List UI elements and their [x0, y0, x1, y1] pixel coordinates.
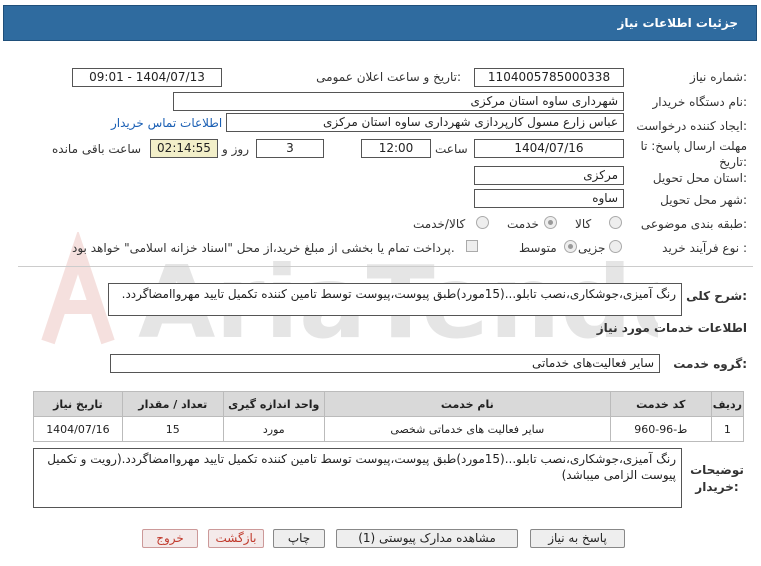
cell-service-name: سایر فعالیت های خدماتی شخصی: [323, 416, 611, 442]
deadline-label: مهلت ارسال پاسخ: تا تاریخ:: [640, 139, 747, 169]
process-radio-minor[interactable]: [609, 240, 622, 253]
exit-button[interactable]: خروج: [142, 529, 198, 548]
buyer-notes-textarea[interactable]: رنگ آمیزی،جوشکاری،نصب تابلو...(15مورد)طب…: [33, 448, 682, 508]
need-number-field[interactable]: 1104005785000338: [474, 68, 624, 87]
buyer-notes-label: توضیحات خریدار:: [690, 463, 744, 494]
col-unit: واحد اندازه گیری: [222, 391, 325, 417]
announce-label: تاریخ و ساعت اعلان عمومی:: [316, 70, 461, 84]
city-label: شهر محل تحویل:: [660, 193, 747, 207]
creator-field[interactable]: عباس زارع مسول کارپردازی شهرداری ساوه اس…: [226, 113, 624, 132]
buyer-org-label: نام دستگاه خریدار:: [652, 95, 748, 109]
deadline-time-label: ساعت: [435, 142, 468, 156]
contact-info-link[interactable]: اطلاعات تماس خریدار: [111, 116, 222, 130]
days-field[interactable]: 3: [256, 139, 324, 158]
col-need-date: تاریخ نیاز: [33, 391, 123, 417]
category-option-goods: کالا: [575, 217, 592, 231]
deadline-date-field[interactable]: 1404/07/16: [474, 139, 624, 158]
category-label: طبقه بندی موضوعی:: [640, 217, 747, 231]
process-radio-medium[interactable]: [564, 240, 577, 253]
buyer-org-field[interactable]: شهرداری ساوه استان مرکزی: [173, 92, 624, 111]
service-group-label: گروه خدمت:: [673, 357, 747, 371]
cell-service-code: ط-96-960: [609, 416, 712, 442]
deadline-time-field[interactable]: 12:00: [361, 139, 431, 158]
process-option-minor: جزیی: [578, 241, 606, 255]
category-radio-goods[interactable]: [609, 216, 622, 229]
page-header: جزئیات اطلاعات نیاز: [3, 5, 757, 41]
cell-quantity: 15: [121, 416, 224, 442]
cell-need-date: 1404/07/16: [33, 416, 123, 442]
divider: [18, 266, 753, 267]
services-section-title: اطلاعات خدمات مورد نیاز: [596, 321, 747, 335]
need-number-label: شماره نیاز:: [689, 70, 747, 84]
process-option-medium: متوسط: [519, 241, 557, 255]
cell-unit: مورد: [222, 416, 325, 442]
remaining-time-field: 02:14:55: [150, 139, 218, 158]
col-service-name: نام خدمت: [323, 391, 611, 417]
col-service-code: کد خدمت: [609, 391, 712, 417]
creator-label: ایجاد کننده درخواست:: [636, 119, 747, 133]
announce-field[interactable]: 1404/07/13 - 09:01: [72, 68, 222, 87]
table-header-row: ردیف کد خدمت نام خدمت واحد اندازه گیری ت…: [33, 391, 745, 417]
treasury-checkbox[interactable]: [466, 240, 478, 252]
process-label: نوع فرآیند خرید :: [662, 241, 747, 255]
province-label: استان محل تحویل:: [652, 171, 747, 185]
reply-button[interactable]: پاسخ به نیاز: [530, 529, 625, 548]
services-table: ردیف کد خدمت نام خدمت واحد اندازه گیری ت…: [33, 391, 745, 442]
print-button[interactable]: چاپ: [273, 529, 325, 548]
cell-row-number: 1: [710, 416, 745, 442]
category-option-goods-service: کالا/خدمت: [413, 217, 466, 231]
col-row-number: ردیف: [710, 391, 745, 417]
service-group-field[interactable]: سایر فعالیت‌های خدماتی: [110, 354, 660, 373]
summary-textarea[interactable]: رنگ آمیزی،جوشکاری،نصب تابلو...(15مورد)طب…: [108, 283, 682, 316]
category-radio-service[interactable]: [544, 216, 557, 229]
days-label: روز و: [222, 142, 249, 156]
province-field[interactable]: مرکزی: [474, 166, 624, 185]
city-field[interactable]: ساوه: [474, 189, 624, 208]
col-quantity: تعداد / مقدار: [121, 391, 224, 417]
page-title: جزئیات اطلاعات نیاز: [617, 16, 738, 30]
category-radio-goods-service[interactable]: [476, 216, 489, 229]
category-option-service: خدمت: [507, 217, 539, 231]
table-row: 1 ط-96-960 سایر فعالیت های خدماتی شخصی م…: [33, 416, 745, 442]
attachments-button[interactable]: مشاهده مدارک پیوستی (1): [336, 529, 518, 548]
remaining-label: ساعت باقی مانده: [52, 142, 142, 156]
back-button[interactable]: بازگشت: [208, 529, 264, 548]
payment-note: پرداخت تمام یا بخشی از مبلغ خرید،از محل …: [72, 241, 455, 255]
